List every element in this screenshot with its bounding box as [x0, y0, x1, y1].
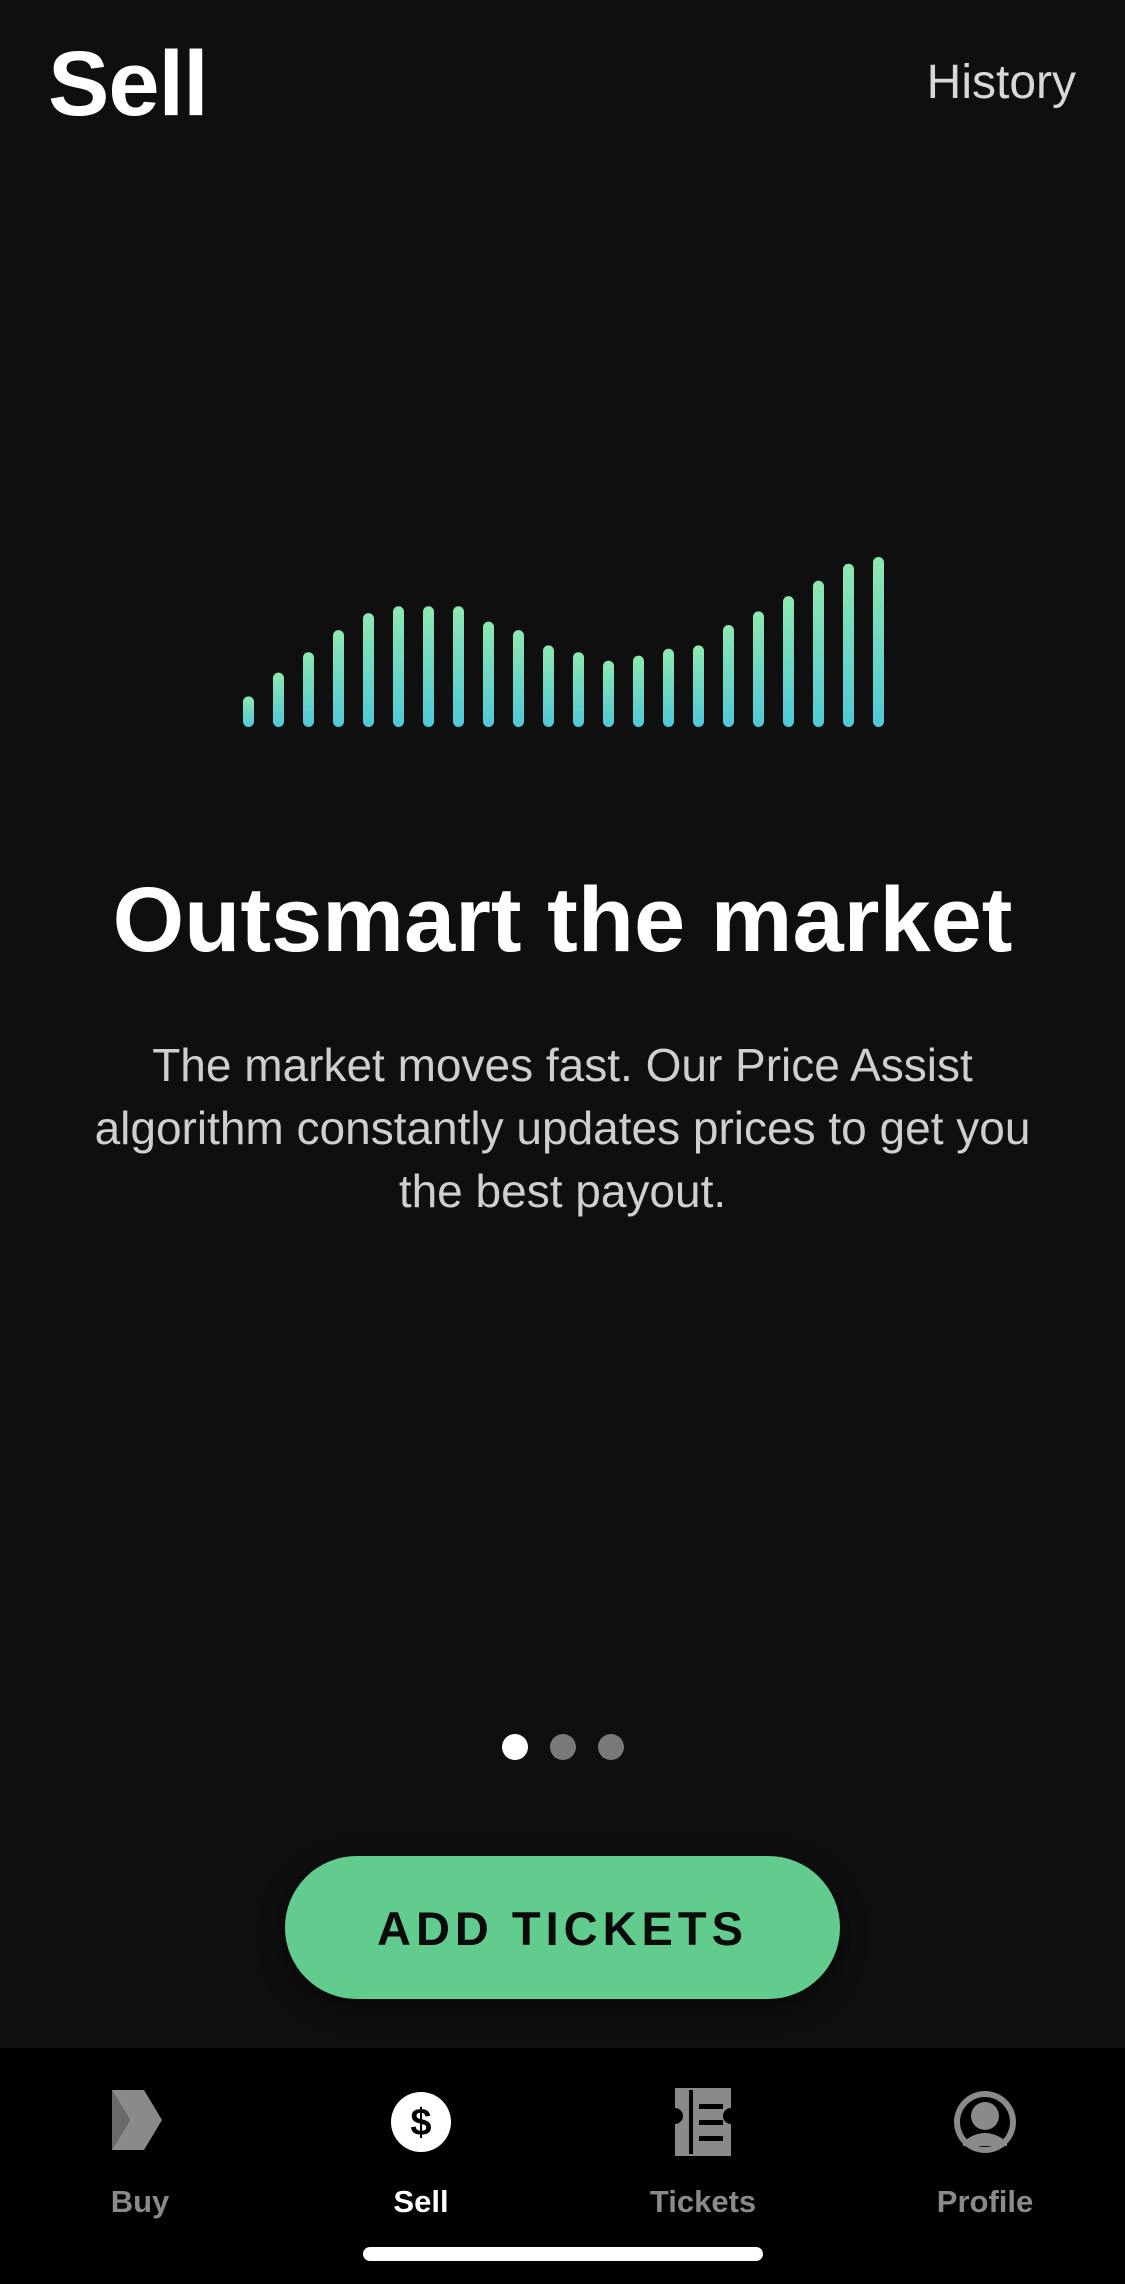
page-dot-1[interactable] — [501, 1734, 528, 1760]
home-indicator — [363, 2247, 763, 2261]
tab-buy[interactable]: Buy — [40, 2066, 240, 2236]
tab-tickets-label: Tickets — [649, 2184, 757, 2219]
illustration-bar — [663, 648, 674, 727]
illustration-bar — [453, 606, 464, 727]
illustration-bar — [753, 611, 764, 727]
illustration-bar — [843, 563, 854, 727]
tab-tickets[interactable]: Tickets — [603, 2066, 803, 2236]
illustration-bar — [303, 652, 314, 727]
illustration-bar — [573, 652, 584, 727]
tab-sell-label: Sell — [393, 2184, 449, 2219]
tab-profile-label: Profile — [936, 2184, 1034, 2219]
page-indicator[interactable] — [0, 1734, 1125, 1760]
illustration-bar — [543, 645, 554, 727]
chevron-arrow-icon — [112, 2090, 162, 2150]
illustration-bar — [243, 696, 254, 727]
dollar-circle-icon: $ — [391, 2092, 451, 2152]
illustration-bar — [333, 630, 344, 727]
illustration-bar — [693, 645, 704, 727]
onboarding-description: The market moves fast. Our Price Assist … — [94, 1039, 1031, 1217]
illustration-bar — [393, 606, 404, 727]
ticket-icon — [675, 2088, 731, 2156]
page-dot-3[interactable] — [597, 1734, 624, 1760]
tab-profile[interactable]: Profile — [885, 2066, 1085, 2236]
price-bars-illustration — [243, 557, 884, 727]
profile-icon — [954, 2091, 1016, 2153]
tab-sell[interactable]: $ Sell — [321, 2066, 521, 2236]
svg-text:$: $ — [410, 2102, 431, 2144]
illustration-bar — [603, 660, 614, 727]
illustration-bar — [363, 613, 374, 727]
illustration-bar — [783, 596, 794, 727]
page-dot-2[interactable] — [549, 1734, 576, 1760]
illustration-bar — [273, 672, 284, 727]
illustration-bar — [483, 621, 494, 727]
illustration-bar — [723, 625, 734, 727]
tab-buy-label: Buy — [110, 2184, 170, 2219]
illustration-bar — [423, 606, 434, 727]
illustration-bar — [633, 655, 644, 727]
illustration-bar — [513, 630, 524, 727]
illustration-bar — [873, 557, 884, 727]
add-tickets-button[interactable]: ADD TICKETS — [285, 1856, 840, 1999]
illustration-bar — [813, 580, 824, 727]
onboarding-headline: Outsmart the market — [112, 869, 1013, 971]
onboarding-carousel[interactable]: Outsmart the market The market moves fas… — [0, 0, 1125, 1760]
